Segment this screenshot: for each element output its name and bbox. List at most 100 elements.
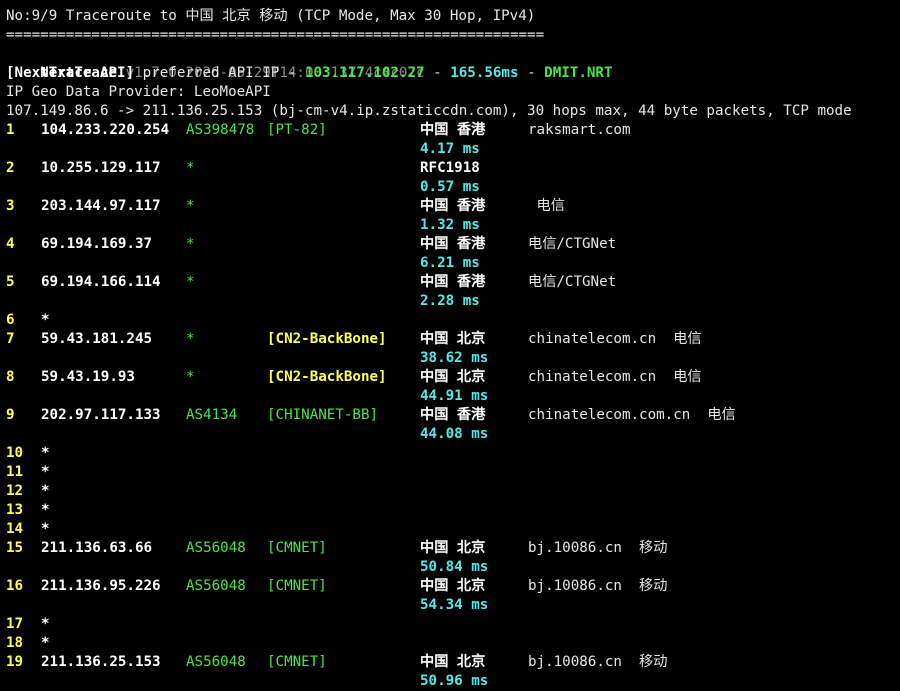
- hop-geo: 中国 北京: [420, 578, 486, 594]
- hop-row: 2 10.255.129.117 * RFC1918 0.57 ms: [6, 159, 900, 197]
- api-text: preferred API IP -: [134, 65, 305, 81]
- hop-host: chinatelecom.cn 电信: [528, 369, 702, 385]
- hop-asn: AS56048: [186, 540, 246, 556]
- hop-asn: AS398478: [186, 122, 255, 138]
- hop-asn: *: [186, 160, 195, 176]
- hop-number: 3: [6, 198, 15, 214]
- hop-geo: 中国 香港: [420, 274, 486, 290]
- hop-geo: RFC1918: [420, 160, 480, 176]
- hop-number: 19: [6, 654, 24, 670]
- api-ip: 103.117.102.27: [304, 65, 425, 81]
- hop-number: 1: [6, 122, 15, 138]
- hop-tag: [CN2-BackBone]: [267, 369, 387, 385]
- route-summary-line: 107.149.86.6 -> 211.136.25.153 (bj-cm-v4…: [6, 103, 852, 119]
- hop-geo: 中国 北京: [420, 654, 486, 670]
- hop-ip: *: [41, 635, 50, 651]
- terminal-output[interactable]: No:9/9 Traceroute to 中国 北京 移动 (TCP Mode,…: [6, 0, 900, 691]
- hop-tag: [CMNET]: [267, 540, 327, 556]
- hop-tag: [CN2-BackBone]: [267, 331, 387, 347]
- hop-number: 9: [6, 407, 15, 423]
- hop-ip: 202.97.117.133: [41, 407, 161, 423]
- hop-host: bj.10086.cn 移动: [528, 540, 668, 556]
- hop-ip: 211.136.95.226: [41, 578, 161, 594]
- hop-ip: 69.194.169.37: [41, 236, 153, 252]
- hop-host: 电信/CTGNet: [528, 274, 617, 290]
- hop-geo: 中国 北京: [420, 369, 486, 385]
- hop-row: 9 202.97.117.133 AS4134 [CHINANET-BB] 中国 香港 c…: [6, 406, 900, 444]
- hop-latency: 38.62 ms: [420, 350, 489, 366]
- hop-row: 5 69.194.166.114 * 中国 香港 电信/CTGNet 2.28 ms: [6, 273, 900, 311]
- hop-latency: 1.32 ms: [420, 217, 480, 233]
- hop-host: bj.10086.cn 移动: [528, 654, 668, 670]
- hop-tag: [PT-82]: [267, 122, 327, 138]
- hop-host: raksmart.com: [528, 122, 631, 138]
- hop-row: 8 59.43.19.93 * [CN2-BackBone] 中国 北京 chinatel…: [6, 368, 900, 406]
- hop-number: 2: [6, 160, 15, 176]
- hop-geo: 中国 香港: [420, 407, 486, 423]
- hop-ip: 203.144.97.117: [41, 198, 161, 214]
- hop-asn: *: [186, 331, 195, 347]
- hop-number: 7: [6, 331, 15, 347]
- hop-number: 6: [6, 312, 15, 328]
- api-label: [NextTrace API]: [6, 65, 135, 81]
- hop-number: 11: [6, 464, 24, 480]
- hop-geo: 中国 香港: [420, 198, 486, 214]
- hop-number: 13: [6, 502, 24, 518]
- hop-ip: *: [41, 483, 50, 499]
- hop-tag: [CMNET]: [267, 654, 327, 670]
- hop-number: 8: [6, 369, 15, 385]
- hop-latency: 2.28 ms: [420, 293, 480, 309]
- hop-asn: *: [186, 369, 195, 385]
- hop-number: 15: [6, 540, 24, 556]
- hop-host: 电信/CTGNet: [528, 236, 617, 252]
- hop-host: 电信: [528, 198, 565, 214]
- hop-ip: *: [41, 464, 50, 480]
- api-dash: -: [424, 65, 451, 81]
- hop-latency: 0.57 ms: [420, 179, 480, 195]
- hop-number: 12: [6, 483, 24, 499]
- hop-ip: *: [41, 312, 50, 328]
- hop-number: 4: [6, 236, 15, 252]
- hop-row: 3 203.144.97.117 * 中国 香港 电信 1.32 ms: [6, 197, 900, 235]
- hop-ip: 59.43.181.245: [41, 331, 153, 347]
- hop-number: 18: [6, 635, 24, 651]
- api-dash: -: [518, 65, 545, 81]
- hop-row: 19 211.136.25.153 AS56048 [CMNET] 中国 北京 bj.10…: [6, 653, 900, 691]
- hop-asn: *: [186, 274, 195, 290]
- hop-ip: 69.194.166.114: [41, 274, 161, 290]
- api-latency: 165.56ms: [450, 65, 519, 81]
- hop-latency: 4.17 ms: [420, 141, 480, 157]
- hop-latency: 6.21 ms: [420, 255, 480, 271]
- hop-number: 5: [6, 274, 15, 290]
- hop-number: 17: [6, 616, 24, 632]
- hop-row: 16 211.136.95.226 AS56048 [CMNET] 中国 北京 bj.10…: [6, 577, 900, 615]
- hop-host: bj.10086.cn 移动: [528, 578, 668, 594]
- hop-row: 1 104.233.220.254 AS398478 [PT-82] 中国 香港 raks…: [6, 121, 900, 159]
- hop-latency: 50.84 ms: [420, 559, 489, 575]
- hop-host: chinatelecom.com.cn 电信: [528, 407, 736, 423]
- hop-ip: 59.43.19.93: [41, 369, 135, 385]
- hop-ip: 211.136.25.153: [41, 654, 161, 670]
- hop-asn: *: [186, 236, 195, 252]
- api-node: DMIT.NRT: [544, 65, 613, 81]
- hop-geo: 中国 北京: [420, 331, 486, 347]
- app-version-line: NextTrace v1.7.0 2026-05-29T14:00:13Z 4c…: [6, 45, 424, 81]
- hop-ip: *: [41, 445, 50, 461]
- hop-geo: 中国 香港: [420, 122, 486, 138]
- hop-asn: AS56048: [186, 578, 246, 594]
- hop-ip: *: [41, 502, 50, 518]
- hop-tag: [CMNET]: [267, 578, 327, 594]
- trace-title: No:9/9 Traceroute to 中国 北京 移动 (TCP Mode,…: [6, 8, 536, 24]
- api-line: [NextTrace API] preferred API IP - 103.1…: [6, 64, 613, 83]
- hop-asn: AS56048: [186, 654, 246, 670]
- hop-geo: 中国 香港: [420, 236, 486, 252]
- geo-provider-line: IP Geo Data Provider: LeoMoeAPI: [6, 84, 271, 100]
- hop-ip: *: [41, 616, 50, 632]
- hop-row: 15 211.136.63.66 AS56048 [CMNET] 中国 北京 bj.100…: [6, 539, 900, 577]
- hop-number: 10: [6, 445, 24, 461]
- hop-number: 14: [6, 521, 24, 537]
- hop-asn: *: [186, 198, 195, 214]
- hop-latency: 50.96 ms: [420, 673, 489, 689]
- hop-geo: 中国 北京: [420, 540, 486, 556]
- separator-line: ========================================…: [6, 27, 545, 43]
